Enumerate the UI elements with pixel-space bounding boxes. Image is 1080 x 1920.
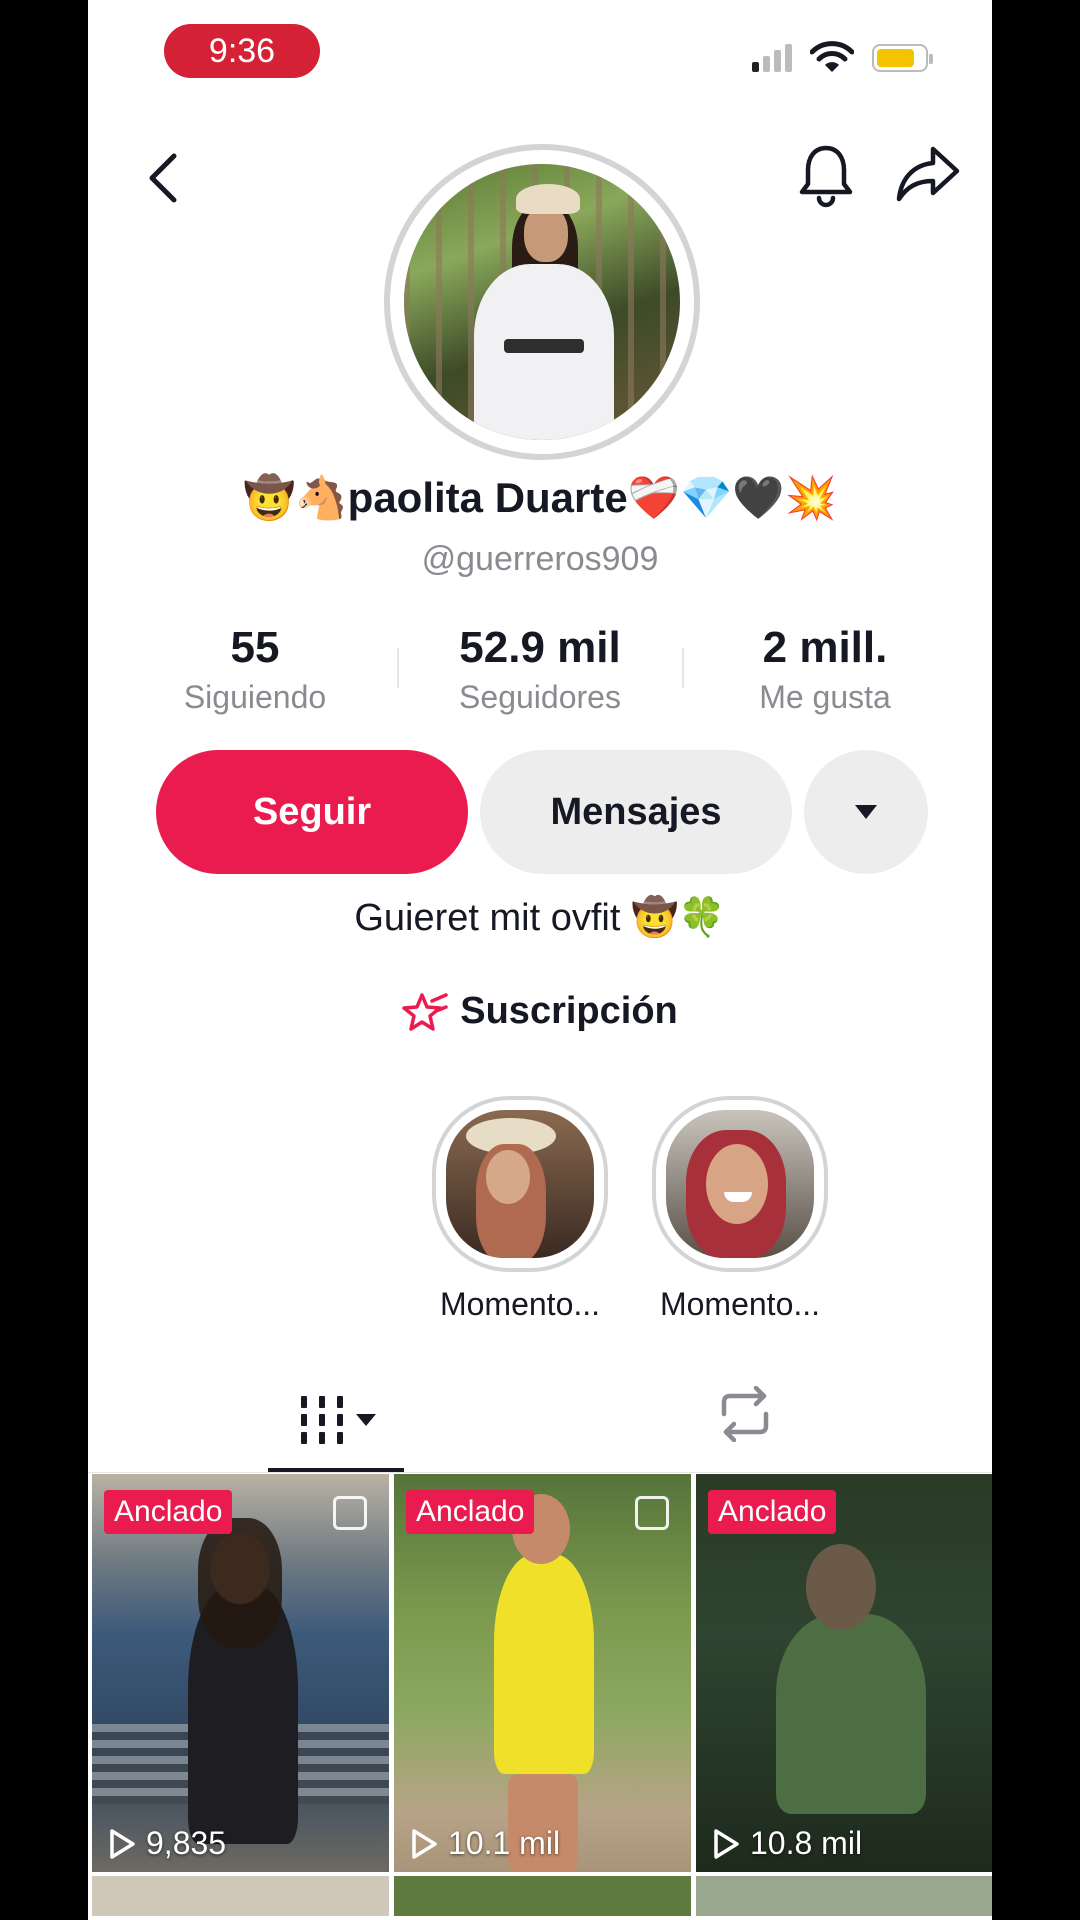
multi-photo-icon: [333, 1496, 367, 1530]
video-tile[interactable]: Anclado 10.8 mil: [696, 1474, 992, 1872]
view-count-value: 10.1 mil: [448, 1825, 561, 1861]
tabs-divider: [88, 1472, 992, 1473]
pinned-badge: Anclado: [104, 1490, 233, 1534]
stat-followers-label: Seguidores: [459, 679, 621, 715]
view-count: 10.8 mil: [712, 1825, 862, 1862]
share-icon[interactable]: [894, 142, 964, 204]
message-button[interactable]: Mensajes: [480, 750, 792, 874]
view-count: 10.1 mil: [410, 1825, 560, 1862]
stat-following[interactable]: 55 Siguiendo: [114, 620, 397, 718]
display-name: 🤠🐴paolita Duarte❤️‍🩹💎🖤💥: [243, 474, 837, 521]
profile-stats: 55 Siguiendo 52.9 mil Seguidores 2 mill.…: [88, 620, 992, 718]
grid-icon: [301, 1396, 343, 1444]
stat-following-label: Siguiendo: [183, 679, 327, 715]
stat-following-value: 55: [230, 623, 280, 672]
stat-likes-label: Me gusta: [759, 679, 891, 715]
back-icon[interactable]: [132, 148, 192, 208]
highlight-label: Momento...: [659, 1286, 821, 1322]
status-time: 9:36: [164, 24, 320, 78]
multi-photo-icon: [635, 1496, 669, 1530]
bell-icon[interactable]: [794, 140, 858, 210]
play-icon: [714, 1828, 739, 1859]
view-count: 9,835: [108, 1825, 226, 1862]
profile-bio: Guieret mit ovfit 🤠🍀: [354, 897, 726, 939]
cellular-signal-icon: [752, 44, 792, 72]
wifi-icon: [809, 40, 855, 79]
pinned-badge: Anclado: [406, 1490, 535, 1534]
chevron-down-icon: [855, 805, 877, 819]
avatar[interactable]: [384, 144, 700, 460]
tab-reposts[interactable]: [714, 1385, 776, 1447]
story-highlight[interactable]: Momento...: [430, 1096, 610, 1323]
tab-videos[interactable]: [268, 1380, 408, 1460]
stat-followers-value: 52.9 mil: [459, 623, 621, 672]
stat-likes-value: 2 mill.: [762, 623, 888, 672]
highlight-cover: [666, 1110, 814, 1258]
highlight-label: Momento...: [439, 1286, 601, 1322]
subscription-label: Suscripción: [460, 990, 678, 1032]
stat-likes[interactable]: 2 mill. Me gusta: [684, 620, 967, 718]
stat-followers[interactable]: 52.9 mil Seguidores: [399, 620, 682, 718]
follow-button[interactable]: Seguir: [156, 750, 468, 874]
story-highlight[interactable]: Momento...: [650, 1096, 830, 1323]
highlight-cover: [446, 1110, 594, 1258]
pinned-badge: Anclado: [708, 1490, 837, 1534]
subscription-link[interactable]: Suscripción: [88, 990, 992, 1033]
avatar-photo: [404, 164, 680, 440]
play-icon: [412, 1828, 437, 1859]
profile-screen: 9:36: [88, 0, 992, 1920]
video-tile[interactable]: Anclado 10.1 mil: [394, 1474, 691, 1872]
repost-icon: [721, 1385, 769, 1443]
play-icon: [110, 1828, 135, 1859]
battery-icon: [872, 44, 933, 72]
chevron-down-icon: [356, 1414, 376, 1426]
view-count-value: 9,835: [146, 1825, 227, 1861]
view-count-value: 10.8 mil: [750, 1825, 863, 1861]
subscription-star-icon: [402, 992, 448, 1031]
username-handle: @guerreros909: [421, 540, 659, 578]
video-tile[interactable]: Anclado 9,835: [92, 1474, 389, 1872]
video-tile[interactable]: [696, 1876, 992, 1916]
more-options-button[interactable]: [804, 750, 928, 874]
video-tile[interactable]: [92, 1876, 389, 1916]
video-tile[interactable]: [394, 1876, 691, 1916]
